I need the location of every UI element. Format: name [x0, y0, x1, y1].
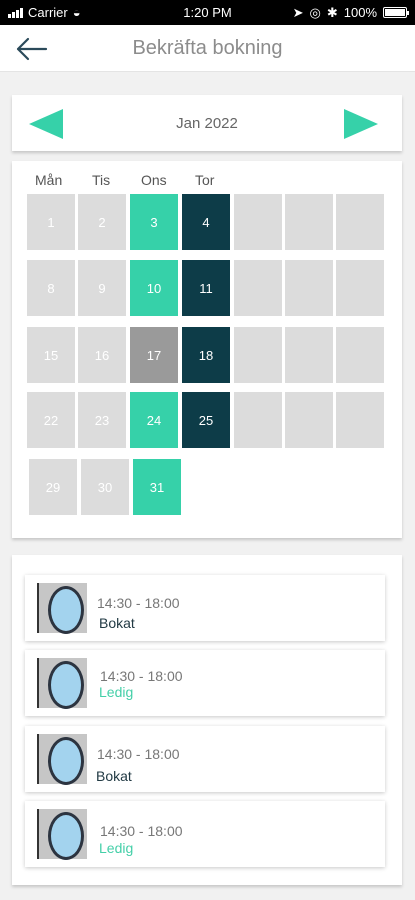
calendar-grid: Mån Tis Ons Tor 1 2 3 4 8 9 10 11 15 16 … — [12, 161, 402, 538]
slot-status: Bokat — [99, 615, 135, 631]
slot-time: 14:30 - 18:00 — [97, 746, 180, 762]
time-slot[interactable]: 14:30 - 18:00 Bokat — [25, 575, 385, 641]
room-image — [37, 809, 87, 860]
calendar-day[interactable]: 11 — [182, 260, 230, 316]
calendar-day[interactable]: 9 — [78, 260, 126, 316]
slot-time: 14:30 - 18:00 — [97, 595, 180, 611]
weekday-label: Tor — [195, 172, 215, 188]
calendar-day-empty — [234, 194, 282, 250]
time-slot[interactable]: 14:30 - 18:00 Ledig — [25, 801, 385, 867]
calendar-day[interactable]: 30 — [81, 459, 129, 515]
location-icon: ➤ — [292, 4, 304, 20]
status-bar: Carrier ◒ 1:20 PM ➤ ◎ ✱ 100% — [0, 0, 415, 25]
calendar-day-empty — [336, 392, 384, 448]
calendar-day-empty — [285, 194, 333, 250]
slot-time: 14:30 - 18:00 — [100, 823, 183, 839]
weekday-label: Tis — [92, 172, 111, 188]
slot-time: 14:30 - 18:00 — [100, 668, 183, 684]
back-button[interactable] — [16, 37, 48, 61]
previous-month-button[interactable] — [29, 109, 63, 139]
calendar-day[interactable]: 2 — [78, 194, 126, 250]
month-label: Jan 2022 — [176, 114, 238, 132]
slot-status: Ledig — [99, 840, 134, 856]
calendar-day[interactable]: 8 — [27, 260, 75, 316]
calendar-day-empty — [285, 260, 333, 316]
room-image — [37, 658, 87, 709]
back-arrow-icon — [16, 37, 48, 61]
calendar-day[interactable]: 22 — [27, 392, 75, 448]
calendar-day[interactable]: 16 — [78, 327, 126, 383]
calendar-day[interactable]: 4 — [182, 194, 230, 250]
calendar-day-empty — [285, 392, 333, 448]
calendar-day[interactable]: 3 — [130, 194, 178, 250]
calendar-day-empty — [336, 327, 384, 383]
calendar-day[interactable]: 31 — [133, 459, 181, 515]
calendar-day[interactable]: 17 — [130, 327, 178, 383]
slot-status: Ledig — [99, 684, 134, 700]
time-slot[interactable]: 14:30 - 18:00 Ledig — [25, 650, 385, 716]
battery-icon — [383, 7, 409, 18]
alarm-icon: ◎ — [309, 4, 321, 20]
calendar-day[interactable]: 1 — [27, 194, 75, 250]
time-slot-list: 14:30 - 18:00 Bokat 14:30 - 18:00 Ledig … — [12, 555, 402, 885]
calendar-day[interactable]: 18 — [182, 327, 230, 383]
calendar-day[interactable]: 23 — [78, 392, 126, 448]
calendar-day-empty — [336, 194, 384, 250]
calendar-day-empty — [234, 327, 282, 383]
calendar-day[interactable]: 10 — [130, 260, 178, 316]
slot-status: Bokat — [96, 768, 132, 784]
room-image — [37, 583, 87, 634]
time-slot[interactable]: 14:30 - 18:00 Bokat — [25, 726, 385, 792]
month-selector: Jan 2022 — [12, 95, 402, 151]
calendar-day[interactable]: 24 — [130, 392, 178, 448]
weekday-label: Ons — [141, 172, 167, 188]
calendar-day-empty — [285, 327, 333, 383]
signal-icon — [8, 7, 23, 18]
calendar-day[interactable]: 15 — [27, 327, 75, 383]
wifi-icon: ◒ — [72, 5, 81, 20]
calendar-day-empty — [336, 260, 384, 316]
app-header: Bekräfta bokning — [0, 25, 415, 72]
page-title: Bekräfta bokning — [132, 36, 283, 59]
next-month-button[interactable] — [344, 109, 378, 139]
room-image — [37, 734, 87, 785]
calendar-day[interactable]: 25 — [182, 392, 230, 448]
bluetooth-icon: ✱ — [326, 4, 338, 20]
calendar-day-empty — [234, 392, 282, 448]
battery-percent: 100% — [343, 5, 377, 20]
calendar-day[interactable]: 29 — [29, 459, 77, 515]
carrier-label: Carrier — [28, 5, 68, 20]
calendar-day-empty — [234, 260, 282, 316]
weekday-label: Mån — [35, 172, 63, 188]
